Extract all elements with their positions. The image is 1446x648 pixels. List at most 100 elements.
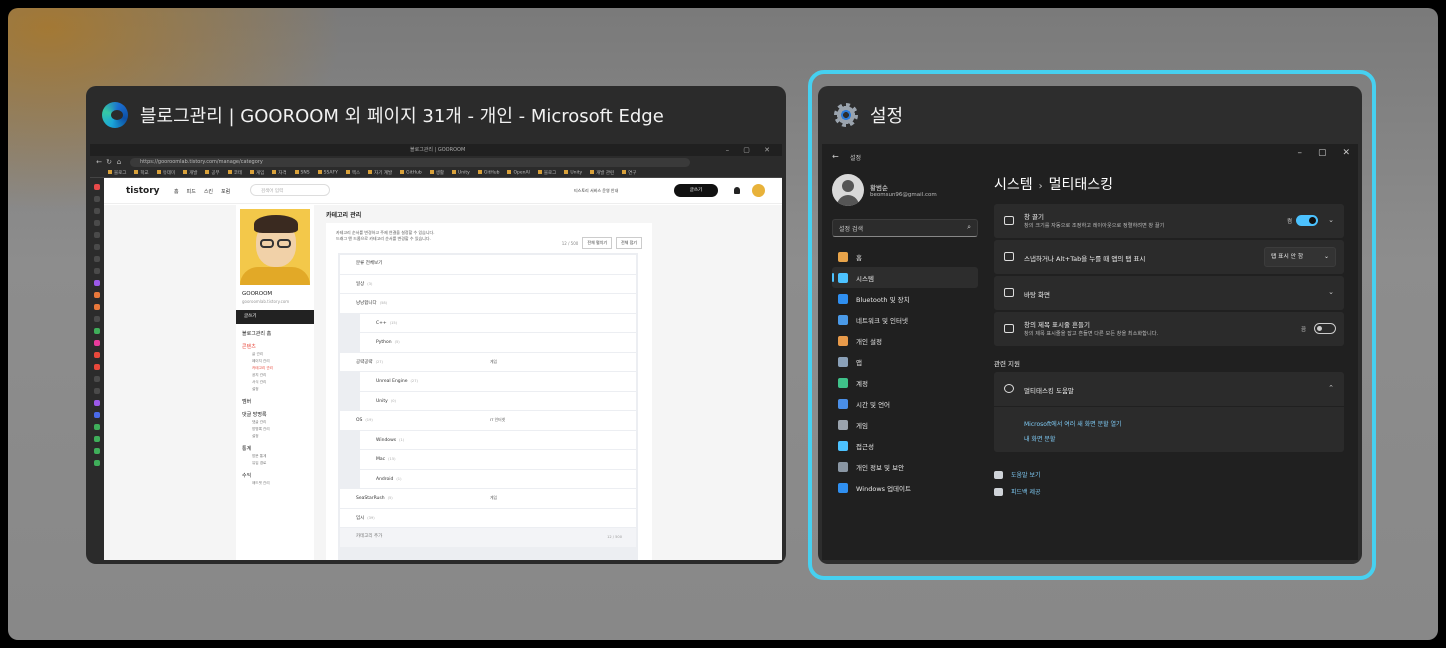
help-link: Microsoft에서 여러 새 화면 분할 열기 (1024, 421, 1122, 428)
edge-window-card[interactable]: 블로그관리 | GOOROOM 외 페이지 31개 - 개인 - Microso… (86, 86, 786, 564)
side-section-item: 유입 경로 (252, 461, 267, 465)
bookmarks-bar: 블로그 학교 유데미 개발 공부 코테 게임 자격 SNS SSAFY 엑스 자기 계발 GitHub 생… (90, 168, 782, 178)
bookmark-item: 자기 계발 (368, 170, 392, 176)
bookmark-item: 개발 관련 (590, 170, 614, 176)
edge-window-title: 블로그관리 | GOOROOM 외 페이지 31개 - 개인 - Microso… (140, 106, 664, 127)
side-section-item: 카테고리 관리 (252, 366, 273, 370)
shake-icon (1004, 324, 1014, 333)
category-row: 임시 (39) (340, 508, 636, 527)
category-row: Unity (0) (360, 391, 636, 410)
settings-nav-label: 개인 설정 (856, 337, 882, 346)
update-icon (838, 482, 848, 493)
chevron-down-icon: ⌄ (1328, 216, 1334, 224)
settings-window-card[interactable]: 설정 ← 설정 – ▢ ✕ 황범순 beomsun96@gmail.com 설정 검… (818, 86, 1362, 564)
category-count: (58) (379, 301, 388, 305)
settings-nav-item: 홈 (832, 246, 978, 267)
category-name: Python (376, 340, 392, 345)
give-feedback-link: 피드백 제공 (994, 487, 1041, 496)
desktops-title: 바탕 화면 (1024, 291, 1050, 299)
shake-toggle-label: 끔 (1300, 327, 1306, 333)
help-card: 멀티태스킹 도움말 ⌃ Microsoft에서 여러 새 화면 분할 열기 내 … (994, 372, 1344, 452)
apps-icon (838, 356, 848, 367)
category-count: (19) (365, 418, 373, 422)
category-count: (15) (388, 457, 396, 461)
side-section-item: 페이지 관리 (252, 359, 270, 363)
category-name: 낭낭합니다 (356, 301, 377, 306)
chevron-down-icon: ⌄ (1328, 288, 1334, 296)
settings-nav-item: 시간 및 언어 (832, 393, 978, 414)
category-name: Android (376, 476, 394, 482)
category-name: Mac (376, 457, 386, 462)
tistory-nav-item: 포럼 (221, 189, 231, 195)
bookmark-item: 자격 (272, 170, 286, 176)
settings-nav-item: 접근성 (832, 435, 978, 456)
settings-nav-label: 접근성 (856, 442, 874, 451)
category-name: Windows (376, 437, 397, 443)
category-count: (39) (367, 515, 375, 520)
tistory-nav-item: 홈 (174, 189, 179, 195)
account-icon (838, 377, 848, 388)
side-section-item: 서식 관리 (252, 380, 267, 384)
category-count: 12 / 500 (561, 240, 579, 246)
category-manage-panel: 카테고리 관리 카테고리 순서를 변경하고 주제 연결을 설정할 수 있습니다.… (322, 205, 652, 560)
settings-nav-item: 네트워크 및 인터넷 (832, 309, 978, 330)
home-icon: ⌂ (116, 158, 122, 166)
settings-window-thumbnail[interactable]: ← 설정 – ▢ ✕ 황범순 beomsun96@gmail.com 설정 검색 ⌕… (822, 144, 1358, 560)
expand-all-button: 전체 펼치기 (582, 237, 612, 249)
settings-nav-label: Windows 업데이트 (856, 484, 912, 493)
divider (994, 406, 1344, 407)
category-actions: 12 / 500 전체 펼치기 전체 접기 (562, 237, 642, 249)
browser-address-bar-row: ← ↻ ⌂ https://gooroomlab.tistory.com/man… (90, 156, 782, 168)
category-box: 카테고리 순서를 변경하고 주제 연결을 설정할 수 있습니다. 드래그 앤 드… (326, 223, 652, 560)
time-language-icon (838, 398, 848, 409)
add-category-row: 카테고리 추가 12 / 500 (340, 528, 636, 547)
chevron-down-icon: ⌄ (1323, 253, 1329, 260)
category-count: (5) (387, 496, 393, 500)
category-count: (15) (389, 320, 398, 325)
breadcrumb-parent: 시스템 (994, 177, 1033, 193)
desktops-card: 바탕 화면 ⌄ (994, 276, 1344, 310)
sidebar-app-icon (94, 388, 100, 394)
settings-nav-label: 홈 (856, 253, 862, 262)
sidebar-app-icon (94, 280, 100, 286)
bookmark-item: 게임 (250, 170, 264, 176)
brush-icon (838, 335, 848, 346)
alt-tab-icon (1004, 252, 1014, 261)
snap-toggle-label: 켬 (1286, 219, 1292, 225)
avatar (752, 184, 765, 197)
category-name: 일상 (356, 281, 365, 287)
help-title: 멀티태스킹 도움말 (1024, 387, 1074, 395)
category-name: 임시 (356, 515, 365, 521)
category-topic: IT 인터넷 (490, 417, 506, 422)
help-link: 내 화면 분할 (1024, 436, 1056, 443)
side-section-item: 공지 관리 (252, 373, 267, 377)
category-name: SeaStarRush (356, 496, 385, 501)
category-row: Unreal Engine (27) (360, 372, 636, 391)
bookmark-item: 블로그 (538, 170, 556, 176)
tistory-header: tistory 홈 피드 스킨 포럼 검색어 입력 티스토리 서비스 운영 안내 글쓰… (104, 178, 782, 204)
user-email: beomsun96@gmail.com (870, 192, 937, 198)
settings-window-title: 설정 (870, 106, 904, 127)
alt-tab-card: 스냅하거나 Alt+Tab을 누를 때 앱의 탭 표시 탭 표시 안 함 ⌄ (994, 240, 1344, 274)
bookmark-item: SNS (295, 170, 310, 175)
sidebar-app-icon (94, 232, 100, 238)
related-support-title: 관련 지원 (994, 360, 1020, 368)
settings-search-input: 설정 검색 ⌕ (832, 219, 978, 237)
snap-icon (1004, 216, 1014, 225)
side-section-title: 통계 (242, 446, 252, 452)
bookmark-item: SSAFY (318, 170, 338, 175)
avatar (832, 174, 864, 206)
side-section-title: 블로그관리 홈 (242, 331, 272, 337)
desktops-icon (1004, 288, 1014, 297)
system-icon (838, 272, 848, 283)
browser-sidebar (90, 178, 104, 560)
category-count: (0) (390, 398, 396, 403)
bell-icon (734, 187, 740, 194)
back-arrow-icon: ← (832, 152, 839, 161)
settings-window-title-bar: 설정 (818, 86, 1362, 144)
bookmark-item: 코테 (228, 170, 242, 176)
category-row: SeaStarRush (5) 게임 (340, 489, 636, 508)
settings-nav-label: 계정 (856, 379, 868, 388)
blog-profile-image (240, 209, 310, 285)
edge-window-thumbnail[interactable]: 블로그관리 | GOOROOM – ▢ ✕ ← ↻ ⌂ https://goor… (90, 144, 782, 560)
